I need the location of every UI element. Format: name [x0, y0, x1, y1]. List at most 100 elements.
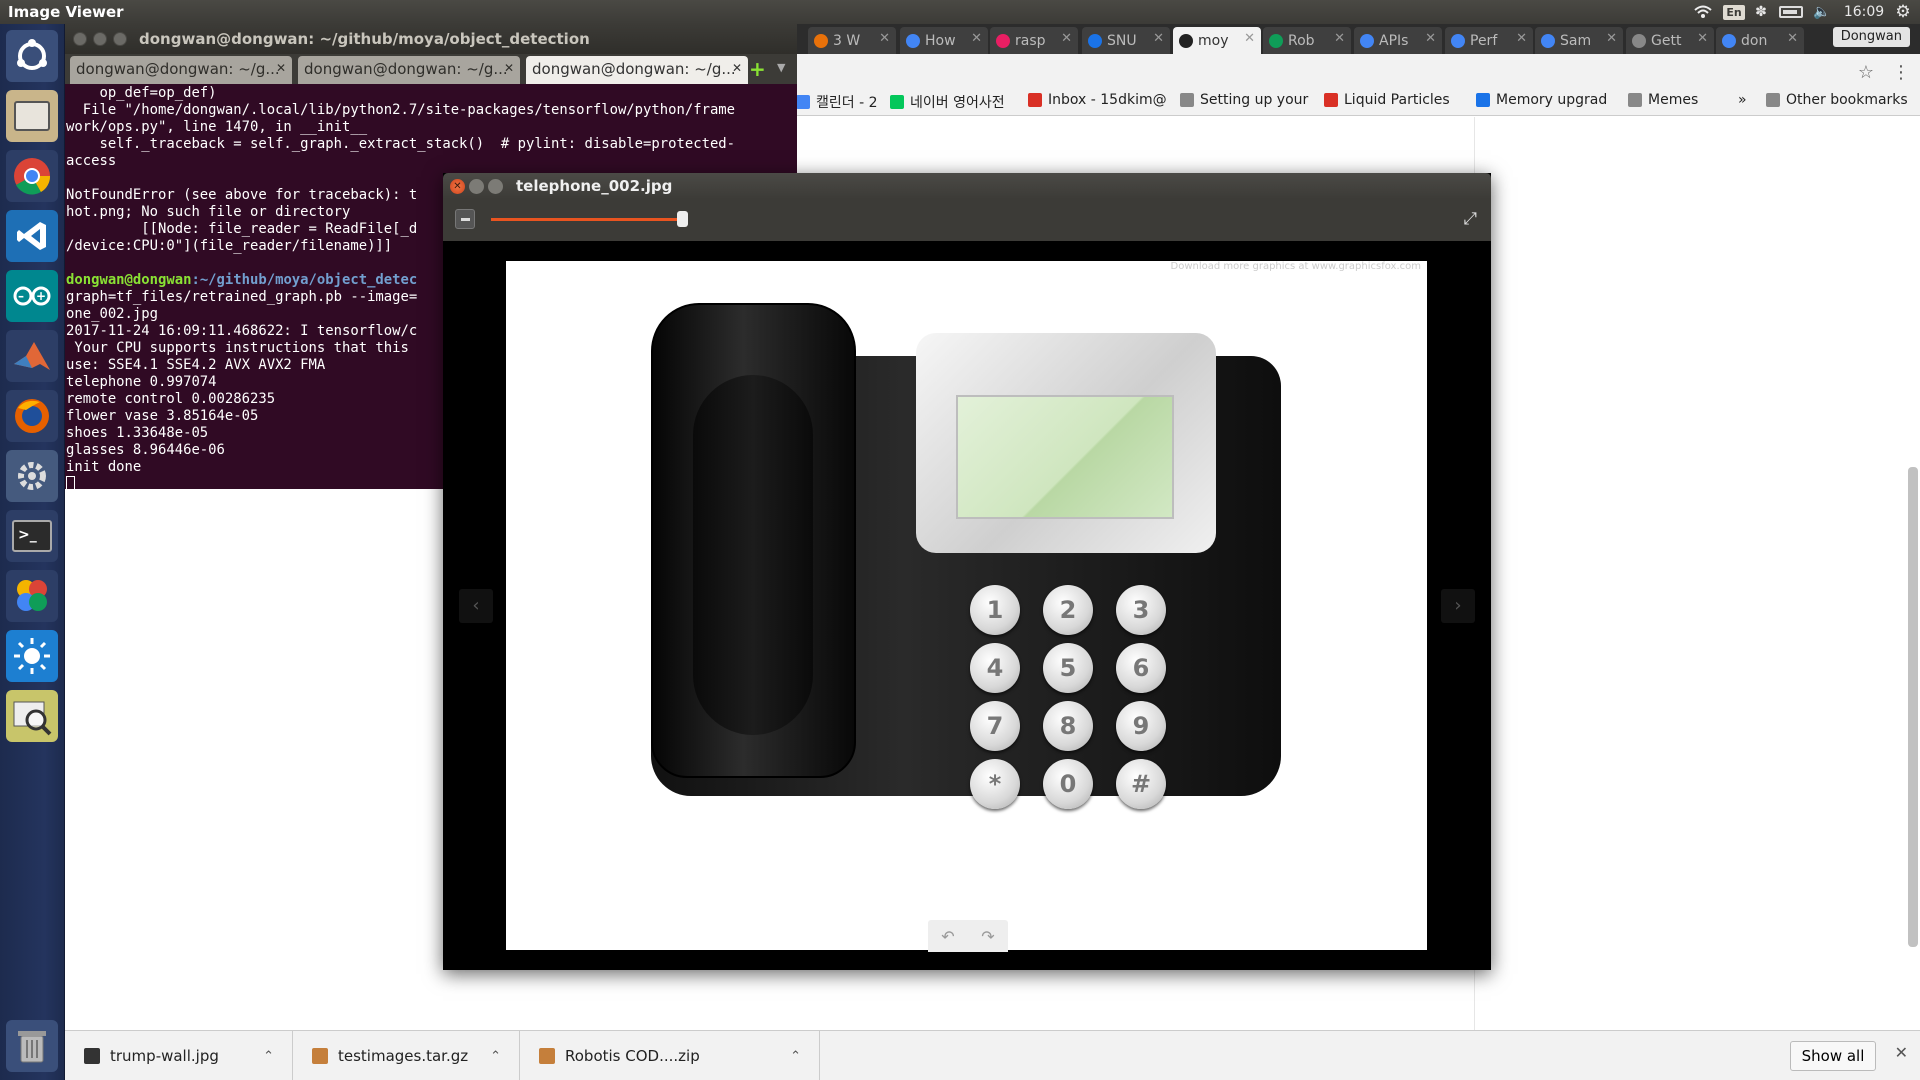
- bookmark-item[interactable]: Memory upgrad: [1476, 92, 1607, 108]
- browser-tab[interactable]: How ✕: [900, 27, 988, 54]
- bookmark-item[interactable]: Setting up your: [1180, 92, 1308, 108]
- image-viewer-icon[interactable]: [6, 690, 58, 742]
- tab-close-icon[interactable]: ✕: [1061, 31, 1072, 46]
- tab-menu-chevron-icon[interactable]: ▼: [777, 61, 785, 74]
- bookmark-item[interactable]: Inbox - 15dkim@: [1028, 92, 1167, 108]
- browser-tab[interactable]: 3 W ✕: [808, 27, 896, 54]
- terminal-tab[interactable]: dongwan@dongwan: ~/g... ✕: [298, 56, 520, 84]
- keypad-key: 0: [1043, 759, 1093, 809]
- terminal-minimize-icon[interactable]: [93, 32, 107, 46]
- files-icon[interactable]: [6, 90, 58, 142]
- tab-close-icon[interactable]: ✕: [1425, 31, 1436, 46]
- browser-tab[interactable]: APIs ✕: [1354, 27, 1442, 54]
- tab-close-icon[interactable]: ✕: [1606, 31, 1617, 46]
- profile-button[interactable]: Dongwan: [1832, 27, 1910, 47]
- previous-image-icon[interactable]: ‹: [459, 589, 493, 623]
- terminal-line: self._traceback = self._graph._extract_s…: [66, 136, 736, 152]
- tab-close-icon[interactable]: ✕: [1516, 31, 1527, 46]
- photos-icon[interactable]: [6, 570, 58, 622]
- browser-tab-strip: 3 W ✕ How ✕ rasp ✕ SNU ✕ moy ✕ Rob ✕ APIs ✕ Perf ✕ Sam ✕ G…: [792, 24, 1920, 54]
- wifi-icon[interactable]: [1691, 0, 1715, 24]
- dash-home-icon[interactable]: [6, 30, 58, 82]
- download-options-chevron-icon[interactable]: ⌃: [263, 1049, 274, 1064]
- keypad-key: 1: [970, 585, 1020, 635]
- rotate-left-icon[interactable]: ↶: [941, 927, 954, 946]
- zoom-slider-track[interactable]: [491, 211, 689, 227]
- browser-tab[interactable]: moy ✕: [1173, 27, 1261, 54]
- terminal-titlebar[interactable]: dongwan@dongwan: ~/github/moya/object_de…: [65, 24, 797, 54]
- tab-close-icon[interactable]: ✕: [1787, 31, 1798, 46]
- tab-close-icon[interactable]: ✕: [971, 31, 982, 46]
- battery-icon[interactable]: [1776, 0, 1806, 24]
- terminal-tab[interactable]: dongwan@dongwan: ~/g... ✕: [526, 56, 748, 84]
- terminal-maximize-icon[interactable]: [113, 32, 127, 46]
- screenshot-icon[interactable]: [6, 630, 58, 682]
- arduino-icon[interactable]: – +: [6, 270, 58, 322]
- vscode-icon[interactable]: [6, 210, 58, 262]
- close-downloads-icon[interactable]: ✕: [1895, 1043, 1908, 1062]
- tab-close-icon[interactable]: ✕: [1244, 31, 1255, 46]
- download-options-chevron-icon[interactable]: ⌃: [490, 1049, 501, 1064]
- next-image-icon[interactable]: ›: [1441, 589, 1475, 623]
- bookmark-favicon-icon: [890, 95, 904, 109]
- bluetooth-icon[interactable]: ✽: [1751, 0, 1771, 24]
- image-viewer-titlebar[interactable]: ✕ telephone_002.jpg: [443, 173, 1491, 199]
- bookmark-favicon-icon: [1766, 93, 1780, 107]
- viewer-minimize-icon[interactable]: [469, 179, 484, 194]
- fullscreen-icon[interactable]: ⤢: [1463, 209, 1477, 229]
- viewer-maximize-icon[interactable]: [488, 179, 503, 194]
- phone-lcd-screen: [956, 395, 1174, 519]
- favicon-icon: [1632, 33, 1646, 48]
- browser-tab[interactable]: Perf ✕: [1445, 27, 1533, 54]
- tab-close-icon[interactable]: ✕: [1334, 31, 1345, 46]
- system-settings-icon[interactable]: [6, 450, 58, 502]
- bookmark-star-icon[interactable]: ☆: [1858, 62, 1874, 83]
- page-scrollbar[interactable]: [1908, 467, 1918, 947]
- chrome-icon[interactable]: [6, 150, 58, 202]
- settings-gear-icon[interactable]: ⚙: [1890, 0, 1916, 24]
- viewer-close-icon[interactable]: ✕: [450, 179, 465, 194]
- show-all-button[interactable]: Show all: [1790, 1041, 1876, 1071]
- browser-tab[interactable]: don ✕: [1716, 27, 1804, 54]
- zoom-slider-thumb[interactable]: [677, 211, 689, 227]
- terminal-cursor: [66, 476, 75, 489]
- terminal-tab[interactable]: dongwan@dongwan: ~/g... ✕: [70, 56, 292, 84]
- displayed-image: Download more graphics at www.graphicsfo…: [506, 261, 1427, 950]
- bookmark-item[interactable]: Other bookmarks: [1766, 92, 1908, 108]
- download-item[interactable]: trump-wall.jpg ⌃: [84, 1031, 293, 1080]
- firefox-icon[interactable]: [6, 390, 58, 442]
- download-item[interactable]: Robotis COD....zip ⌃: [539, 1031, 820, 1080]
- zoom-out-icon[interactable]: [455, 209, 475, 229]
- browser-menu-icon[interactable]: ⋮: [1892, 62, 1910, 83]
- terminal-tab-close-icon[interactable]: ✕: [732, 61, 742, 75]
- terminal-close-icon[interactable]: [73, 32, 87, 46]
- matlab-icon[interactable]: [6, 330, 58, 382]
- trash-icon[interactable]: [6, 1020, 58, 1072]
- rotate-right-icon[interactable]: ↷: [981, 927, 994, 946]
- download-options-chevron-icon[interactable]: ⌃: [790, 1049, 801, 1064]
- terminal-tab-close-icon[interactable]: ✕: [504, 61, 514, 75]
- browser-tab[interactable]: SNU ✕: [1082, 27, 1170, 54]
- bookmark-item[interactable]: 캘린더 - 2: [796, 92, 878, 112]
- terminal-tab-close-icon[interactable]: ✕: [276, 61, 286, 75]
- browser-tab[interactable]: Rob ✕: [1263, 27, 1351, 54]
- browser-tab[interactable]: Gett ✕: [1626, 27, 1714, 54]
- bookmark-item[interactable]: Liquid Particles: [1324, 92, 1450, 108]
- browser-tab[interactable]: Sam ✕: [1535, 27, 1623, 54]
- clock[interactable]: 16:09: [1840, 0, 1888, 24]
- tab-close-icon[interactable]: ✕: [1153, 31, 1164, 46]
- new-tab-icon[interactable]: +: [749, 57, 766, 81]
- download-item[interactable]: testimages.tar.gz ⌃: [312, 1031, 520, 1080]
- bookmark-item[interactable]: Memes: [1628, 92, 1698, 108]
- terminal-icon[interactable]: >_: [6, 510, 58, 562]
- keypad-key: 8: [1043, 701, 1093, 751]
- tab-close-icon[interactable]: ✕: [879, 31, 890, 46]
- bookmark-item[interactable]: 네이버 영어사전: [890, 92, 1005, 112]
- favicon-icon: [1541, 33, 1555, 48]
- volume-icon[interactable]: 🔈: [1810, 0, 1834, 24]
- keyboard-layout-indicator[interactable]: En: [1722, 0, 1746, 24]
- download-filename: Robotis COD....zip: [565, 1047, 700, 1065]
- bookmark-item[interactable]: »: [1738, 92, 1747, 108]
- browser-tab[interactable]: rasp ✕: [990, 27, 1078, 54]
- tab-close-icon[interactable]: ✕: [1697, 31, 1708, 46]
